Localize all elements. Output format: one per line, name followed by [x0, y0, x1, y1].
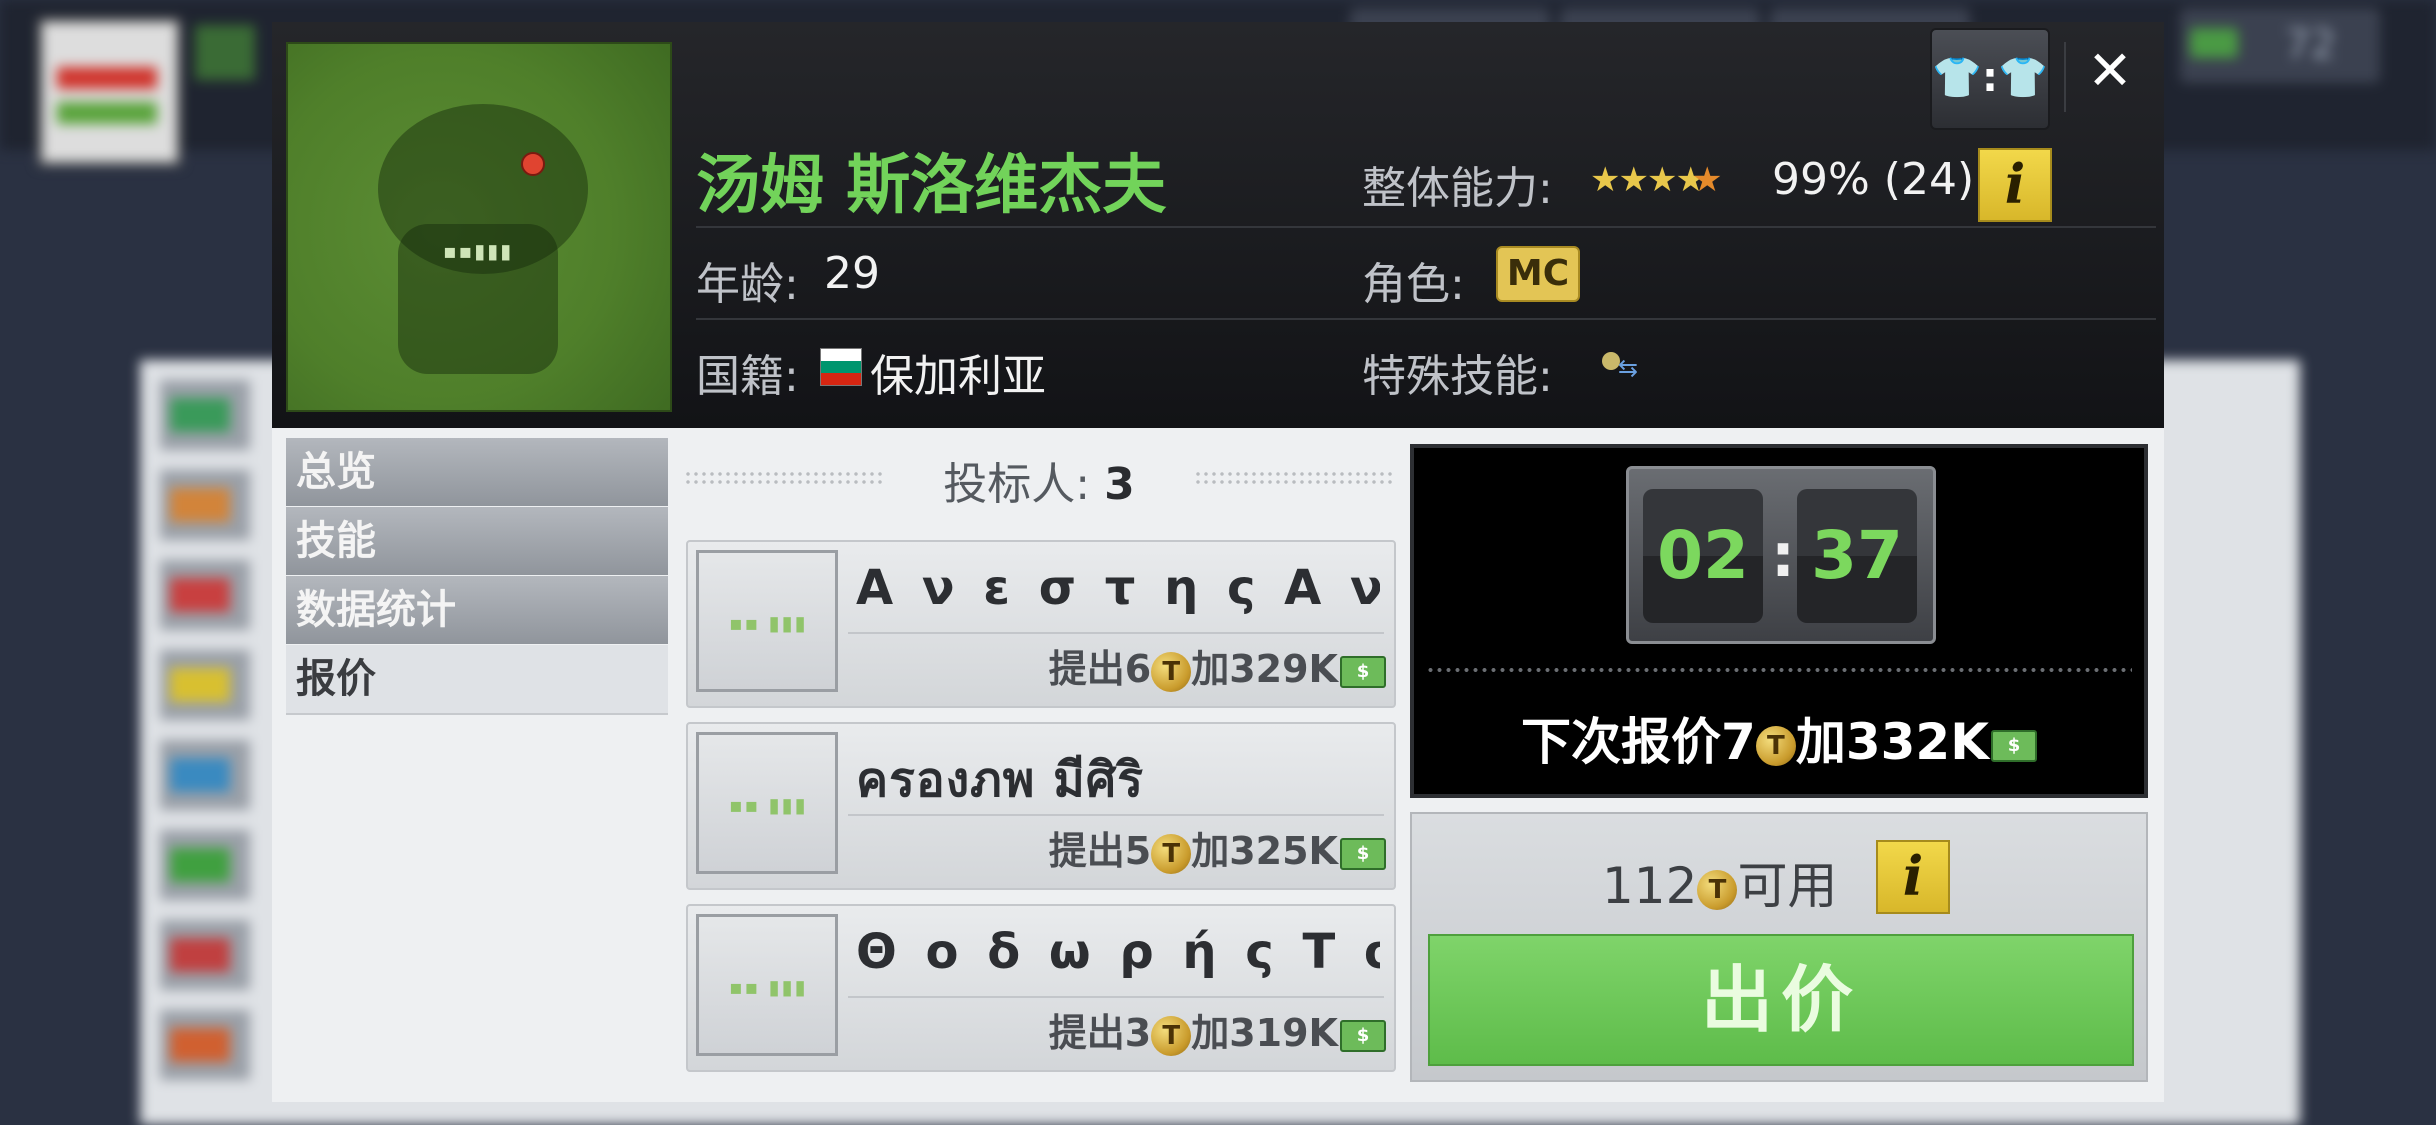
timer-seconds: 37	[1797, 489, 1917, 623]
sidebar-tabs: 总览 技能 数据统计 报价	[286, 438, 668, 716]
next-bid-cash: 加332K	[1795, 713, 1989, 771]
bidder-divider	[848, 996, 1384, 998]
cash-icon: $	[1340, 655, 1386, 688]
coin-icon: T	[1151, 1015, 1192, 1056]
timer-minutes: 02	[1643, 489, 1763, 623]
countdown-timer: 02 : 37	[1626, 466, 1936, 644]
offer-cash: 加319K	[1191, 1011, 1338, 1055]
rating-info-button[interactable]: i	[1978, 148, 2052, 222]
nationality-value: 保加利亚	[870, 351, 1046, 402]
close-button[interactable]: ✕	[2080, 36, 2140, 106]
dotted-divider	[1194, 470, 1394, 486]
background-club-thumbnail	[38, 18, 181, 166]
bidder-avatar: ▪▪ ▮▮▮	[696, 914, 838, 1056]
background-row	[160, 920, 250, 990]
cash-icon: $	[1340, 837, 1386, 870]
special-skill-label: 特殊技能:	[1362, 351, 1553, 402]
background-badge	[195, 25, 255, 80]
background-row	[160, 560, 250, 630]
auction-timer-panel: 02 : 37 下次报价7 T 加332K $	[1410, 444, 2148, 798]
bidders-title-label: 投标人:	[943, 459, 1091, 510]
background-row	[160, 380, 250, 450]
role-label: 角色:	[1362, 259, 1465, 310]
loading-dots-icon: ▪▪ ▮▮▮	[729, 793, 808, 817]
available-amount: 112	[1602, 857, 1698, 915]
bid-panel: 112 T 可用 i 出价	[1410, 812, 2148, 1082]
age-label: 年龄:	[696, 259, 799, 310]
header-divider	[696, 226, 2156, 228]
bidder-name: Θ ο δ ω ρ ή ς Τ σ...	[856, 924, 1380, 980]
bidder-card[interactable]: ▪▪ ▮▮▮ Θ ο δ ω ρ ή ς Τ σ... 提出3T加319K$	[686, 904, 1396, 1072]
bidder-name: ครองภพ มีศิริ	[856, 752, 1145, 808]
tab-skills[interactable]: 技能	[286, 507, 668, 575]
tab-overview[interactable]: 总览	[286, 438, 668, 506]
bidder-avatar: ▪▪ ▮▮▮	[696, 550, 838, 692]
header-button-separator	[2064, 42, 2066, 112]
header-divider	[696, 318, 2156, 320]
bidders-header: 投标人: 3	[684, 448, 1394, 510]
available-coins: 112 T 可用	[1602, 846, 1837, 918]
available-label: 可用	[1737, 857, 1838, 915]
bidder-avatar: ▪▪ ▮▮▮	[696, 732, 838, 874]
bidder-divider	[848, 814, 1384, 816]
nationality-label: 国籍:	[696, 351, 799, 402]
role-badge: MC	[1496, 246, 1580, 302]
bidder-offer: 提出5 T 加325K $	[1049, 820, 1386, 875]
coin-icon: T	[1151, 833, 1192, 874]
player-name: 汤姆 斯洛维杰夫	[696, 149, 1167, 223]
dotted-divider	[684, 470, 884, 486]
rating-stars-icon: ★★★★	[1590, 160, 1706, 200]
loading-dots-icon: ▪▪ ▮▮▮	[729, 975, 808, 999]
offer-coins: 提出3	[1048, 1011, 1152, 1055]
background-row	[160, 470, 250, 540]
player-header: ▪▪▮▮▮ 汤姆 斯洛维杰夫 整体能力: ★★★★ ★ 99% (24) i 年…	[272, 22, 2164, 428]
bidder-card[interactable]: ▪▪ ▮▮▮ Α ν ε σ τ η ς Α ν... 提出6T加329K$	[686, 540, 1396, 708]
player-transfer-dialog: ▪▪▮▮▮ 汤姆 斯洛维杰夫 整体能力: ★★★★ ★ 99% (24) i 年…	[272, 22, 2164, 1102]
loading-dots-icon: ▪▪▮▮▮	[443, 239, 514, 263]
loading-dots-icon: ▪▪ ▮▮▮	[729, 611, 808, 635]
bidder-offer: 提出6 T 加329K $	[1049, 638, 1386, 693]
bidders-count: 3	[1104, 459, 1135, 510]
dotted-divider	[1426, 666, 2132, 674]
offer-cash: 加325K	[1191, 829, 1338, 873]
background-row	[160, 830, 250, 900]
kit-compare-button[interactable]: 👕:👕	[1930, 28, 2050, 130]
background-row	[160, 650, 250, 720]
bidders-title: 投标人: 3	[924, 448, 1154, 512]
background-money-value: 72	[2285, 22, 2336, 68]
coin-icon: T	[1755, 725, 1796, 766]
coin-icon: T	[1151, 651, 1192, 692]
tab-offers[interactable]: 报价	[286, 645, 668, 715]
next-bid-amount: 下次报价7 T 加332K $	[1414, 702, 2144, 774]
half-star-icon: ★	[1692, 160, 1723, 200]
offer-coins: 提出6	[1048, 647, 1152, 691]
player-portrait: ▪▪▮▮▮	[286, 42, 672, 412]
next-bid-coins: 下次报价7	[1521, 713, 1756, 771]
offer-coins: 提出5	[1048, 829, 1152, 873]
ball-icon	[521, 152, 545, 176]
bulgaria-flag-icon	[820, 348, 862, 386]
dribble-skill-icon: ⇆	[1602, 352, 1662, 382]
bidder-card[interactable]: ▪▪ ▮▮▮ ครองภพ มีศิริ 提出5 T 加325K $	[686, 722, 1396, 890]
tab-statistics[interactable]: 数据统计	[286, 576, 668, 644]
bidder-divider	[848, 632, 1384, 634]
age-value: 29	[824, 248, 880, 299]
bidder-name: Α ν ε σ τ η ς Α ν...	[856, 560, 1380, 616]
bidder-offer: 提出3 T 加319K $	[1049, 1002, 1386, 1057]
coins-info-button[interactable]: i	[1876, 840, 1950, 914]
cash-icon: $	[1990, 729, 2037, 762]
coin-icon: T	[1697, 869, 1738, 910]
background-row	[160, 740, 250, 810]
timer-separator: :	[1771, 521, 1795, 591]
background-row	[160, 1010, 250, 1080]
background-money-icon	[2190, 28, 2238, 58]
place-bid-button[interactable]: 出价	[1428, 934, 2134, 1066]
overall-value: 99% (24)	[1772, 154, 1975, 205]
dialog-body: 总览 技能 数据统计 报价 投标人: 3 ▪▪ ▮▮▮ Α ν ε σ τ η …	[272, 428, 2164, 1102]
cash-icon: $	[1340, 1019, 1386, 1052]
offer-cash: 加329K	[1191, 647, 1338, 691]
overall-label: 整体能力:	[1362, 163, 1553, 214]
